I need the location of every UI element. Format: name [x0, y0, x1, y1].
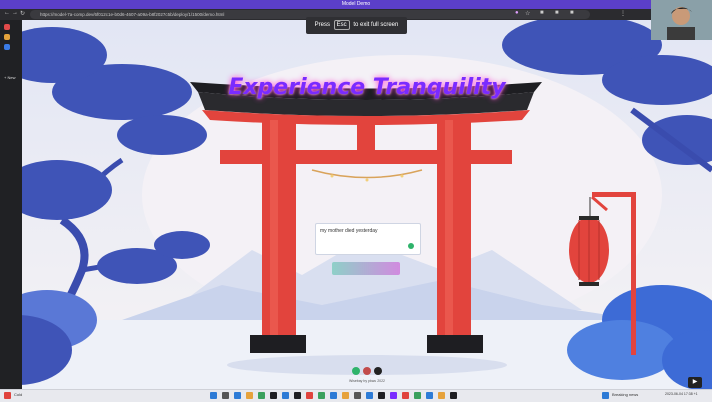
social-icon[interactable] — [363, 367, 371, 375]
fullscreen-press-text: Press — [314, 22, 330, 28]
submit-button[interactable] — [332, 262, 400, 275]
extension-icon[interactable]: ■ — [570, 10, 574, 16]
message-input-value: my mother died yesterday — [320, 228, 378, 234]
window-title: Model Demo — [341, 1, 371, 7]
bookmark-icon[interactable]: ☆ — [525, 10, 530, 17]
taskbar-app-icon[interactable] — [294, 392, 301, 399]
taskbar-app-icon[interactable] — [318, 392, 325, 399]
sidebar-app-icon[interactable] — [4, 34, 10, 40]
new-tab-label: New — [7, 75, 16, 80]
taskbar-app-icon[interactable] — [246, 392, 253, 399]
play-icon[interactable]: ▶ — [688, 377, 702, 388]
news-label: Breaking news — [612, 392, 639, 397]
taskbar-app-icon[interactable] — [426, 392, 433, 399]
taskbar-app-icon[interactable] — [354, 392, 361, 399]
taskbar-app-icon[interactable] — [378, 392, 385, 399]
extension-icon[interactable]: ■ — [540, 10, 544, 16]
taskbar-app-icon[interactable] — [450, 392, 457, 399]
sidebar-app-icon[interactable] — [4, 44, 10, 50]
page-content: Experience Tranquility my mother died ye… — [22, 20, 712, 389]
browser-sidebar: + New — [0, 20, 22, 389]
taskbar-app-icon[interactable] — [390, 392, 397, 399]
taskbar-app-icon[interactable] — [366, 392, 373, 399]
menu-icon[interactable]: ⋮ — [620, 10, 626, 17]
clock: 2023-06-04 17:38 +1 — [665, 392, 698, 396]
weather-icon[interactable] — [4, 392, 11, 399]
reload-icon[interactable]: ↻ — [20, 10, 25, 17]
page-footer: Wisebay by pkwu 2022 — [349, 379, 385, 383]
spotify-icon[interactable] — [352, 367, 360, 375]
weather-label: Cold — [14, 392, 23, 397]
taskbar-app-icon[interactable] — [282, 392, 289, 399]
github-icon[interactable] — [374, 367, 382, 375]
back-icon[interactable]: ← — [4, 10, 10, 16]
taskbar-app-icon[interactable] — [306, 392, 313, 399]
taskbar-app-icon[interactable] — [402, 392, 409, 399]
page-title: Experience Tranquility — [228, 75, 506, 100]
taskbar-app-icon[interactable] — [234, 392, 241, 399]
taskbar-app-icon[interactable] — [342, 392, 349, 399]
start-icon[interactable] — [210, 392, 217, 399]
forward-icon[interactable]: → — [12, 10, 18, 16]
news-icon[interactable] — [602, 392, 609, 399]
fullscreen-suffix-text: to exit full screen — [353, 22, 399, 28]
taskbar-app-icon[interactable] — [414, 392, 421, 399]
taskbar-app-icon[interactable] — [270, 392, 277, 399]
message-input[interactable]: my mother died yesterday — [315, 223, 421, 255]
extension-icon[interactable]: ■ — [555, 10, 559, 16]
sidebar-app-icon[interactable] — [4, 24, 10, 30]
window-title-bar: Model Demo — [0, 0, 712, 9]
extension-icon[interactable]: ● — [515, 10, 519, 16]
send-icon[interactable] — [408, 243, 414, 249]
taskbar-app-icon[interactable] — [330, 392, 337, 399]
taskbar: Cold Breaking news 2023-06-04 17:38 +1 — [0, 389, 712, 402]
fullscreen-notice: Press Esc to exit full screen — [306, 17, 407, 34]
person-icon — [651, 0, 712, 40]
webcam-overlay — [651, 0, 712, 40]
taskbar-app-icon[interactable] — [438, 392, 445, 399]
taskbar-app-icon[interactable] — [258, 392, 265, 399]
search-icon[interactable] — [222, 392, 229, 399]
esc-key: Esc — [333, 20, 350, 30]
new-tab-button[interactable]: + New — [4, 75, 15, 80]
